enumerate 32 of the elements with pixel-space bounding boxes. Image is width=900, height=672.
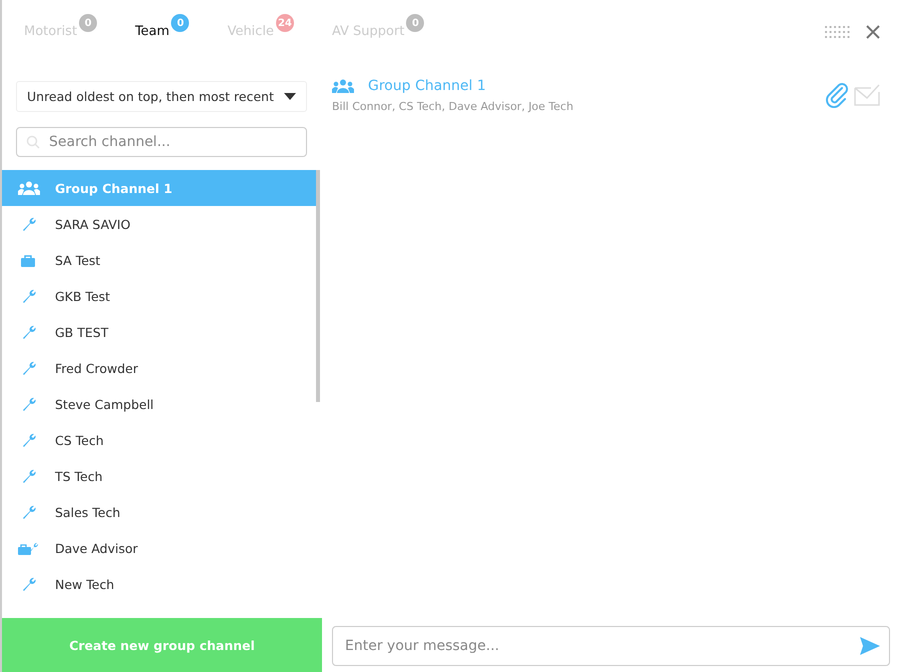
paperclip-icon[interactable] bbox=[824, 82, 850, 108]
count-badge: 0 bbox=[406, 14, 424, 32]
dot-grid-icon[interactable] bbox=[824, 25, 850, 39]
count-badge: 0 bbox=[171, 14, 190, 32]
sort-dropdown[interactable]: Unread oldest on top, then most recent bbox=[16, 81, 307, 112]
channel-item[interactable]: GKB Test bbox=[2, 278, 316, 314]
envelope-icon[interactable] bbox=[854, 84, 880, 106]
channel-item[interactable]: Fred Crowder bbox=[2, 350, 316, 386]
count-badge: 0 bbox=[79, 14, 98, 32]
close-icon[interactable] bbox=[866, 25, 880, 39]
channel-item[interactable]: Sales Tech bbox=[2, 494, 316, 530]
channel-item[interactable]: Dave Advisor bbox=[2, 530, 316, 566]
search-field[interactable]: Search channel... bbox=[16, 127, 307, 157]
channel-item[interactable]: New Tech bbox=[2, 566, 316, 602]
tab[interactable]: Team 0 bbox=[135, 14, 192, 41]
channel-item[interactable]: TS Tech bbox=[2, 458, 316, 494]
channel-item[interactable]: SA Test bbox=[2, 242, 316, 278]
channel-item[interactable]: CS Tech bbox=[2, 422, 316, 458]
scrollbar[interactable] bbox=[316, 170, 320, 402]
search-icon bbox=[26, 135, 40, 149]
channel-item[interactable]: SARA SAVIO bbox=[2, 206, 316, 242]
channel-item[interactable]: Steve Campbell bbox=[2, 386, 316, 422]
group-icon bbox=[18, 181, 40, 195]
group-icon bbox=[332, 79, 354, 93]
member-list: Bill Connor, CS Tech, Dave Advisor, Joe Tech bbox=[332, 100, 890, 113]
send-icon[interactable] bbox=[860, 637, 880, 655]
message-field[interactable]: Enter your message... bbox=[332, 626, 890, 666]
briefcase-wrench-icon bbox=[18, 541, 40, 555]
channel-item[interactable]: GB TEST bbox=[2, 314, 316, 350]
channel-title: Group Channel 1 bbox=[368, 78, 486, 94]
caret-icon bbox=[284, 93, 296, 100]
count-badge: 24 bbox=[276, 14, 294, 32]
